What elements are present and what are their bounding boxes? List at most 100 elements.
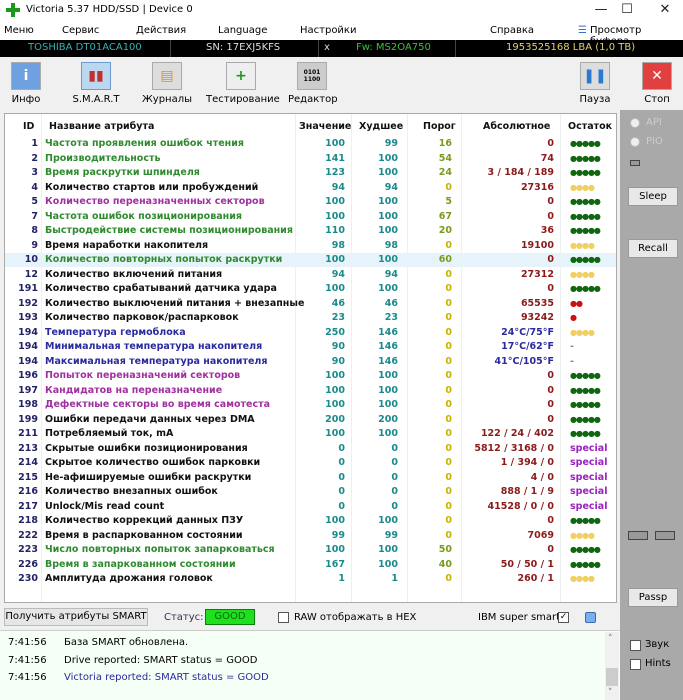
table-row[interactable]: 1 Частота проявления ошибок чтения 100 99 16… [5,137,616,151]
scroll-down-icon[interactable]: ˅ [608,688,613,698]
attr-id: 10 [24,254,38,265]
attr-threshold: 0 [445,239,452,251]
table-row[interactable]: 223 Число повторных попыток запарковаться… [5,543,616,557]
attr-raw: 1 / 394 / 0 [500,457,554,468]
attr-value: 94 [331,181,345,193]
sound-label: Звук [645,639,670,650]
table-row[interactable]: 197 Кандидатов на переназначение 100 100 0 0 ●… [5,384,616,398]
ibm-checkbox[interactable]: ✓ [558,612,569,623]
stop-button[interactable]: ✕ Стоп [640,62,674,108]
pio-radio[interactable] [630,137,640,147]
testing-button[interactable]: + Тестирование [206,62,280,108]
table-row[interactable]: 216 Количество внезапных ошибок 0 0 0 888 / 1… [5,485,616,499]
sound-checkbox[interactable] [630,640,641,651]
passp-button[interactable]: Passp [628,588,678,607]
attr-raw: 74 [540,152,554,164]
header-id[interactable]: ID [23,121,34,132]
attr-id: 226 [18,558,38,570]
table-row[interactable]: 194 Минимальная температура накопителя 90 1… [5,340,616,354]
attr-threshold: 0 [445,529,452,541]
attr-name: Ошибки передачи данных через DMA [45,413,255,425]
attr-id: 7 [31,210,38,222]
small-button-right[interactable] [655,531,675,540]
menu-language[interactable]: Language [218,25,267,36]
table-row[interactable]: 217 Unlock/Mis read count 0 0 0 41528 / 0 / 0… [5,500,616,514]
table-row[interactable]: 2 Производительность 141 100 54 74 ●●●●● [5,152,616,166]
header-name[interactable]: Название атрибута [49,121,154,132]
drive-close-x[interactable]: x [324,42,330,53]
hints-checkbox[interactable] [630,659,641,670]
table-row[interactable]: 213 Скрытые ошибки позиционирования 0 0 0 581… [5,442,616,456]
logs-button[interactable]: ▤ Журналы [142,62,192,108]
table-row[interactable]: 194 Температура гермоблока 250 146 0 24°C/75°… [5,326,616,340]
table-row[interactable]: 193 Количество парковок/распарковок 23 23 0 9… [5,311,616,325]
small-button-left[interactable] [628,531,648,540]
menu-help[interactable]: Справка [490,25,534,36]
table-row[interactable]: 192 Количество выключений питания + внеза… [5,297,616,311]
attr-name: Количество переназначенных секторов [45,196,265,207]
attr-remain: ●●●●● [570,168,601,177]
menu-main[interactable]: Меню [4,25,34,36]
scroll-up-icon[interactable]: ˄ [608,634,613,644]
table-row[interactable]: 4 Количество стартов или пробуждений 94 94 0… [5,181,616,195]
menu-actions[interactable]: Действия [136,25,186,36]
smart-bottom-bar: Получить атрибуты SMART Статус: GOOD RAW… [0,605,620,629]
table-row[interactable]: 230 Амплитуда дрожания головок 1 1 0 260 / 1 ●… [5,572,616,586]
table-row[interactable]: 199 Ошибки передачи данных через DMA 200 20… [5,413,616,427]
attr-worst: 0 [391,442,398,454]
table-row[interactable]: 215 Не-афишируемые ошибки раскрутки 0 0 0 4 /… [5,471,616,485]
log-scrollbar[interactable]: ˄ ˅ [605,632,619,700]
table-row[interactable]: 214 Скрытое количество ошибок парковки 0 0 0… [5,456,616,470]
attr-remain: ●●●● [570,530,595,540]
get-smart-button[interactable]: Получить атрибуты SMART [4,608,148,626]
attr-worst: 1 [391,573,398,584]
table-row[interactable]: 7 Частота ошибок позиционирования 100 100 67… [5,210,616,224]
table-row[interactable]: 8 Быстродействие системы позиционирования… [5,224,616,238]
api-radio[interactable] [630,118,640,128]
table-row[interactable]: 12 Количество включений питания 94 94 0 27312… [5,268,616,282]
smart-button[interactable]: ▮▮ S.M.A.R.T [70,62,122,108]
sleep-button[interactable]: Sleep [628,187,678,206]
attr-name: Количество выключений питания + внезапны… [45,297,305,309]
info-label: Инфо [11,94,41,105]
attr-worst: 0 [391,486,398,497]
attr-value: 100 [325,544,345,555]
table-row[interactable]: 5 Количество переназначенных секторов 100 1… [5,195,616,209]
header-raw[interactable]: Абсолютное [483,121,550,132]
attr-remain: ●●●●● [570,255,601,264]
attr-worst: 100 [378,210,398,222]
table-row[interactable]: 222 Время в распаркованном состоянии 99 99 0… [5,529,616,543]
menu-settings[interactable]: Настройки [300,25,356,36]
table-row[interactable]: 3 Время раскрутки шпинделя 123 100 24 3 / 184… [5,166,616,180]
table-row[interactable]: 10 Количество повторных попыток раскрутки… [5,253,616,267]
attr-remain: ●●●● [570,240,595,250]
raw-hex-checkbox[interactable] [278,612,289,623]
table-row[interactable]: 9 Время наработки накопителя 98 98 0 19100 ●●●… [5,239,616,253]
menu-service[interactable]: Сервис [62,25,99,36]
editor-button[interactable]: 0101 1100 Редактор [288,62,338,108]
attr-id: 194 [18,341,38,352]
header-remain[interactable]: Остаток [568,121,612,132]
color-indicator[interactable] [585,612,596,623]
table-row[interactable]: 196 Попыток переназначений секторов 100 100… [5,369,616,383]
table-row[interactable]: 218 Количество коррекций данных ПЗУ 100 100… [5,514,616,528]
scroll-thumb[interactable] [606,668,618,686]
table-row[interactable]: 226 Время в запаркованном состоянии 167 100… [5,558,616,572]
table-row[interactable]: 191 Количество срабатываний датчика удара… [5,282,616,296]
recall-button[interactable]: Recall [628,239,678,258]
close-button[interactable]: ✕ [650,2,680,20]
table-row[interactable]: 194 Максимальная температура накопителя 90… [5,355,616,369]
attr-raw: 3 / 184 / 189 [487,167,554,178]
maximize-button[interactable]: ☐ [612,2,642,20]
pause-button[interactable]: ❚❚ Пауза [578,62,612,108]
attr-name: Температура гермоблока [45,326,186,338]
attr-threshold: 0 [445,413,452,425]
table-row[interactable]: 198 Дефектные секторы во время самотеста 1… [5,398,616,412]
info-button[interactable]: i Инфо [6,62,46,108]
attr-remain: ●●●●● [570,284,601,293]
attr-threshold: 0 [445,384,452,396]
table-row[interactable]: 211 Потребляемый ток, mA 100 100 0 122 / 24 /… [5,427,616,441]
header-value[interactable]: Значение [299,121,351,132]
header-threshold[interactable]: Порог [423,121,456,132]
header-worst[interactable]: Худшее [359,121,403,132]
